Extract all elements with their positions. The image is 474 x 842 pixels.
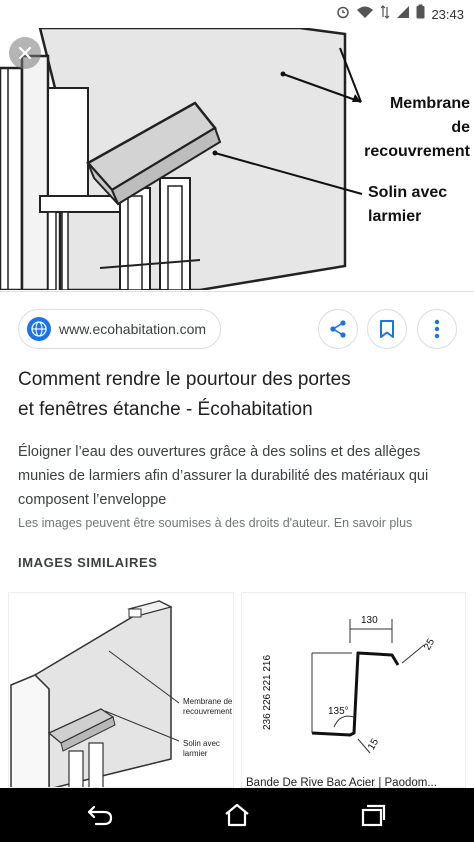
result-title-line1: Comment rendre le pourtour des portes bbox=[18, 369, 351, 390]
membrane-label: Membrane de recouvrement bbox=[362, 92, 470, 164]
signal-icon bbox=[396, 5, 410, 24]
status-bar: 23:43 bbox=[0, 0, 474, 28]
similar-image-1-label-4: larmier bbox=[183, 749, 208, 758]
similar-image-1-label-membrane: Membrane de recouvrement bbox=[183, 697, 232, 717]
similar-images-heading: IMAGES SIMILAIRES bbox=[18, 555, 158, 570]
close-icon bbox=[18, 46, 32, 60]
home-button[interactable] bbox=[219, 798, 255, 832]
source-link[interactable]: www.ecohabitation.com bbox=[18, 309, 222, 349]
similar-image-2-label-4: 135° bbox=[328, 706, 349, 717]
data-transfer-icon bbox=[380, 4, 390, 24]
solin-label-line1: Solin avec bbox=[368, 184, 448, 201]
similar-image-1-label-3: Solin avec bbox=[183, 739, 220, 748]
copyright-notice[interactable]: Les images peuvent être soumises à des d… bbox=[18, 514, 464, 532]
recents-button[interactable] bbox=[355, 798, 391, 832]
navigation-bar bbox=[0, 788, 474, 842]
similar-image-1-label-solin: Solin avec larmier bbox=[183, 739, 220, 759]
status-icons: 23:43 bbox=[336, 4, 464, 24]
wifi-icon bbox=[356, 5, 374, 24]
more-vert-icon bbox=[434, 319, 440, 339]
bookmark-icon bbox=[380, 320, 394, 338]
share-icon bbox=[330, 320, 346, 338]
membrane-label-line1: Membrane bbox=[389, 95, 470, 112]
membrane-label-line3: recouvrement bbox=[364, 143, 470, 160]
globe-icon bbox=[27, 317, 51, 341]
result-description: Éloigner l’eau des ouvertures grâce à de… bbox=[18, 444, 429, 508]
battery-icon bbox=[416, 4, 425, 24]
similar-image-2-label-1: 130 bbox=[361, 615, 378, 626]
similar-image-1-label-2: recouvrement bbox=[183, 707, 232, 716]
divider bbox=[0, 291, 474, 292]
similar-image-2-label-3: 236 226 221 216 bbox=[262, 654, 274, 731]
share-button[interactable] bbox=[318, 309, 358, 349]
hero-image[interactable]: Membrane de recouvrement Solin avec larm… bbox=[0, 28, 474, 290]
similar-image-1[interactable]: Membrane de recouvrement Solin avec larm… bbox=[8, 592, 234, 788]
recents-icon bbox=[361, 804, 386, 827]
similar-image-1-label-1: Membrane de bbox=[183, 697, 233, 706]
home-icon bbox=[225, 803, 249, 827]
bookmark-button[interactable] bbox=[367, 309, 407, 349]
similar-image-2-illustration bbox=[311, 619, 425, 754]
membrane-label-line2: de bbox=[451, 119, 470, 136]
alarm-icon bbox=[336, 5, 350, 24]
solin-label: Solin avec larmier bbox=[368, 181, 468, 229]
close-button[interactable] bbox=[9, 37, 41, 69]
solin-label-line2: larmier bbox=[368, 208, 422, 225]
image-viewer-screen: 23:43 Membrane de recouvrement Solin ave… bbox=[0, 0, 474, 842]
back-icon bbox=[87, 805, 113, 826]
source-domain: www.ecohabitation.com bbox=[59, 321, 207, 337]
similar-image-2[interactable]: 130 25 236 226 221 216 135° 15 bbox=[241, 592, 466, 788]
more-button[interactable] bbox=[417, 309, 457, 349]
result-title[interactable]: Comment rendre le pourtour des portes et… bbox=[18, 365, 448, 425]
clock: 23:43 bbox=[431, 6, 464, 22]
back-button[interactable] bbox=[82, 798, 118, 832]
result-title-line2: et fenêtres étanche - Écohabitation bbox=[18, 399, 313, 420]
